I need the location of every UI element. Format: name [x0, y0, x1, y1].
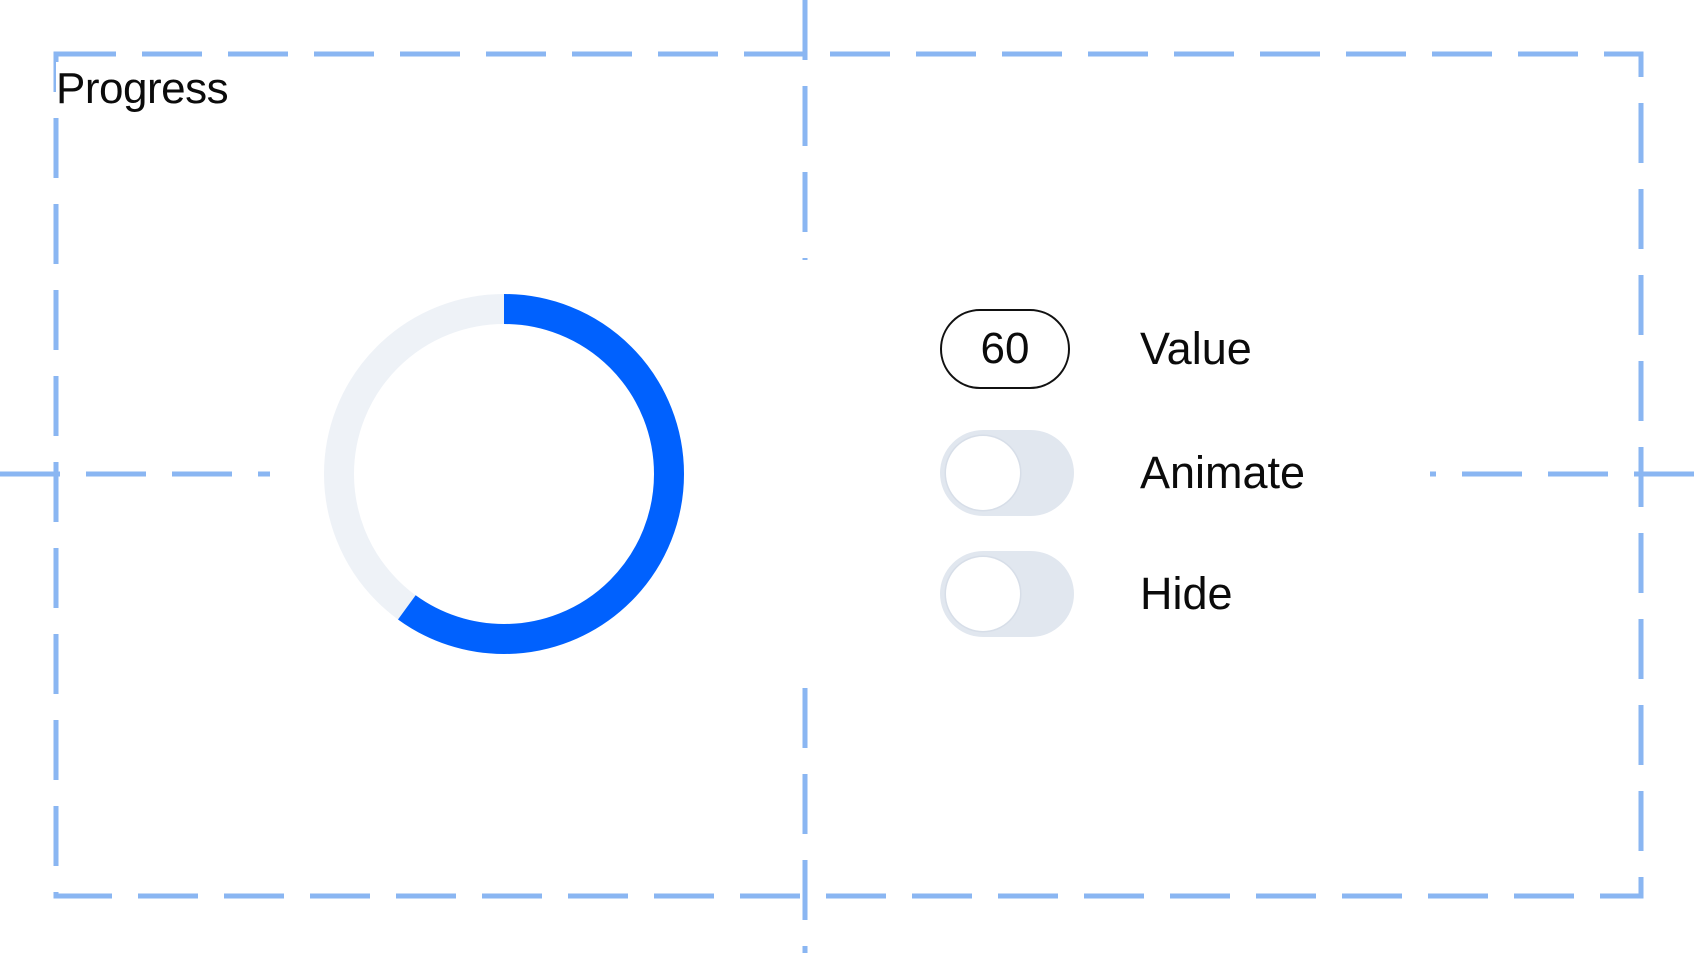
page-title: Progress [56, 62, 235, 116]
layout-guides [0, 0, 1697, 953]
animate-toggle-knob [946, 436, 1020, 510]
animate-label: Animate [1140, 447, 1306, 498]
animate-toggle[interactable] [940, 430, 1074, 516]
value-input[interactable]: 60 [940, 309, 1070, 389]
hide-toggle[interactable] [940, 551, 1074, 637]
hide-toggle-knob [946, 557, 1020, 631]
circular-progress [324, 294, 684, 654]
value-label: Value [1140, 323, 1252, 374]
hide-label: Hide [1140, 568, 1233, 619]
animate-control: Animate [940, 430, 1305, 516]
value-control: 60 Value [940, 306, 1252, 392]
hide-control: Hide [940, 551, 1233, 637]
